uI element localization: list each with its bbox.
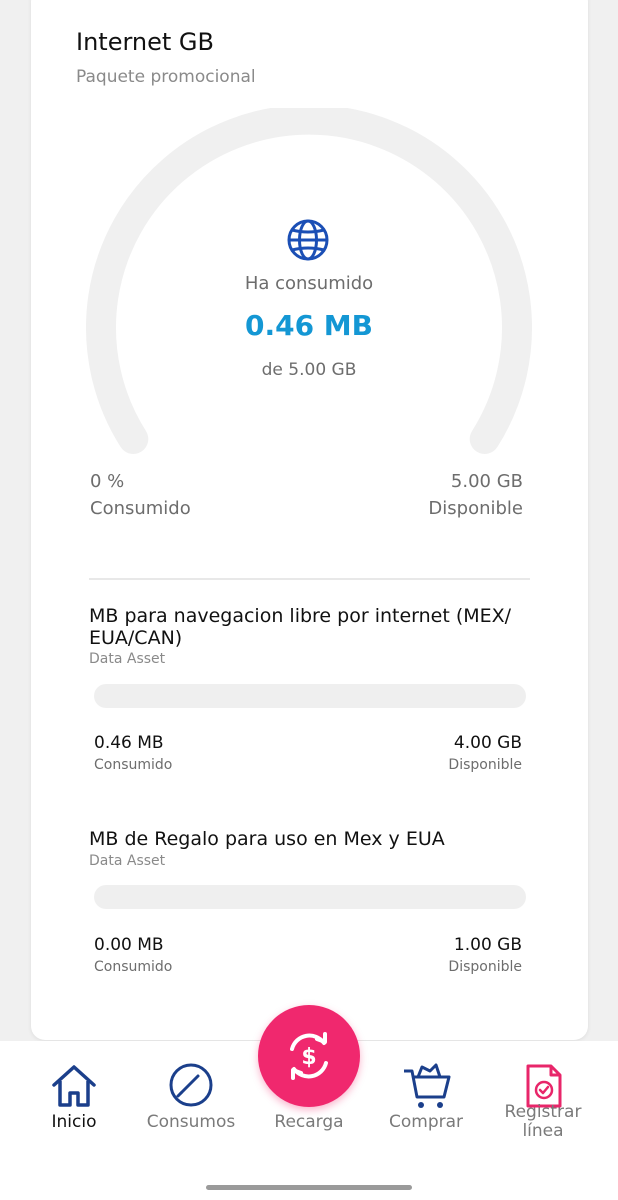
- asset-subtitle: Data Asset: [89, 651, 166, 667]
- asset-consumed-value: 0.46 MB: [94, 733, 164, 753]
- recharge-icon: $: [290, 1032, 328, 1080]
- nav-item-comprar[interactable]: Comprar: [366, 1041, 486, 1151]
- globe-icon: [287, 219, 329, 261]
- total-label: de 5.00 GB: [261, 360, 357, 380]
- asset-consumed-label: Consumido: [94, 959, 173, 975]
- home-indicator: [206, 1185, 412, 1190]
- card-subtitle: Paquete promocional: [76, 67, 256, 87]
- home-icon: [52, 1065, 96, 1107]
- nav-label-inicio: Inicio: [51, 1112, 97, 1132]
- nav-label-registrar-linea: Registrar línea: [504, 1102, 582, 1141]
- recharge-button[interactable]: $: [258, 1005, 360, 1107]
- gauge-percent-value: 0 %: [90, 471, 125, 492]
- card-title: Internet GB: [76, 28, 214, 56]
- gauge-available-value: 5.00 GB: [450, 471, 523, 492]
- asset-usage-bar: [94, 885, 526, 909]
- asset-consumed-value: 0.00 MB: [94, 935, 164, 955]
- consumed-label: Ha consumido: [244, 273, 374, 294]
- gauge-consumed-label: Consumido: [90, 498, 191, 519]
- asset-subtitle: Data Asset: [89, 853, 166, 869]
- asset-consumed-label: Consumido: [94, 757, 173, 773]
- asset-available-label: Disponible: [448, 757, 522, 773]
- gauge-available-label: Disponible: [428, 498, 523, 519]
- consumed-value: 0.46 MB: [244, 309, 374, 342]
- nav-label-comprar: Comprar: [388, 1112, 464, 1132]
- asset-available-value: 4.00 GB: [453, 733, 522, 753]
- asset-available-value: 1.00 GB: [453, 935, 522, 955]
- nav-label-consumos: Consumos: [146, 1112, 236, 1132]
- nav-item-registrar-linea[interactable]: Registrar línea: [483, 1041, 603, 1151]
- nav-label-recarga: Recarga: [274, 1112, 344, 1132]
- nav-item-consumos[interactable]: Consumos: [131, 1041, 251, 1151]
- asset-title: MB de Regalo para uso en Mex y EUA: [89, 828, 445, 850]
- asset-usage-bar: [94, 684, 526, 708]
- divider: [89, 578, 530, 580]
- nav-item-inicio[interactable]: Inicio: [14, 1041, 134, 1151]
- gauge-icon: [169, 1063, 213, 1107]
- cart-icon: [404, 1063, 451, 1108]
- asset-title: MB para navegacion libre por internet (M…: [89, 605, 512, 649]
- svg-text:$: $: [301, 1045, 316, 1070]
- asset-available-label: Disponible: [448, 959, 522, 975]
